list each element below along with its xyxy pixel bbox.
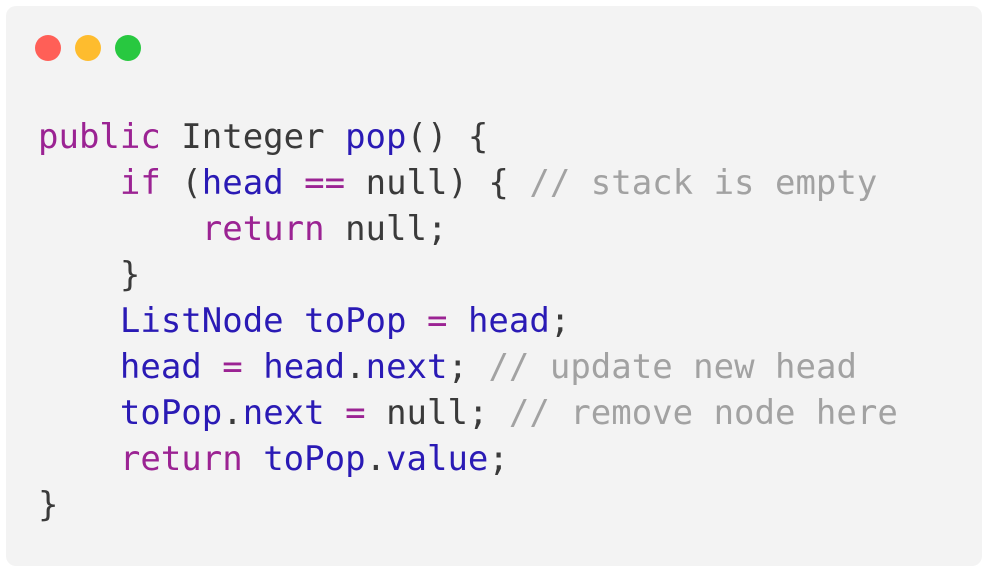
code-window: public Integer pop() { if (head == null)… xyxy=(6,6,982,566)
code-token: () { xyxy=(406,117,489,157)
code-token: } xyxy=(38,255,141,295)
code-token: = xyxy=(345,393,366,433)
code-token: ; xyxy=(488,439,509,479)
code-token: toPop xyxy=(263,439,366,479)
code-token: if xyxy=(119,163,161,203)
code-line: ListNode toPop = head; xyxy=(38,298,898,344)
code-line: } xyxy=(38,482,898,528)
code-token: head xyxy=(119,347,202,387)
code-token: } xyxy=(38,485,59,525)
code-line: public Integer pop() { xyxy=(38,114,898,160)
code-token: ; xyxy=(447,347,489,387)
code-token: value xyxy=(386,439,489,479)
code-token: return xyxy=(201,209,325,249)
minimize-dot-icon[interactable] xyxy=(75,35,101,61)
code-token: = xyxy=(426,301,448,341)
zoom-dot-icon[interactable] xyxy=(115,35,141,61)
code-token: head xyxy=(467,301,550,341)
code-token: // stack is empty xyxy=(529,163,878,203)
code-token: . xyxy=(345,347,366,387)
code-token: toPop xyxy=(304,301,407,341)
code-token: = xyxy=(222,347,243,387)
code-token: public xyxy=(38,117,161,157)
code-token: null) { xyxy=(345,163,530,203)
code-token: null; xyxy=(365,393,509,433)
code-token: // update new head xyxy=(488,347,857,387)
code-token: return xyxy=(119,439,243,479)
code-token: // remove node here xyxy=(508,393,898,433)
code-token: ( xyxy=(160,163,202,203)
code-line: return toPop.value; xyxy=(38,436,898,482)
code-block: public Integer pop() { if (head == null)… xyxy=(38,114,898,528)
code-line: head = head.next; // update new head xyxy=(38,344,898,390)
code-line: } xyxy=(38,252,898,298)
code-line: if (head == null) { // stack is empty xyxy=(38,160,898,206)
window-controls xyxy=(35,35,141,61)
close-dot-icon[interactable] xyxy=(35,35,61,61)
code-token: next xyxy=(242,393,325,433)
code-token: head xyxy=(263,347,346,387)
code-token: ; xyxy=(549,301,571,341)
code-token: toPop xyxy=(119,393,223,433)
code-token: null; xyxy=(324,209,448,249)
code-line: toPop.next = null; // remove node here xyxy=(38,390,898,436)
code-token: . xyxy=(222,393,243,433)
code-token: == xyxy=(304,163,346,203)
code-line: return null; xyxy=(38,206,898,252)
code-token: pop xyxy=(345,117,407,157)
code-token: Integer xyxy=(160,117,346,157)
code-token: ListNode xyxy=(119,301,284,341)
code-token: . xyxy=(365,439,387,479)
code-token: next xyxy=(365,347,448,387)
code-token: head xyxy=(201,163,284,203)
